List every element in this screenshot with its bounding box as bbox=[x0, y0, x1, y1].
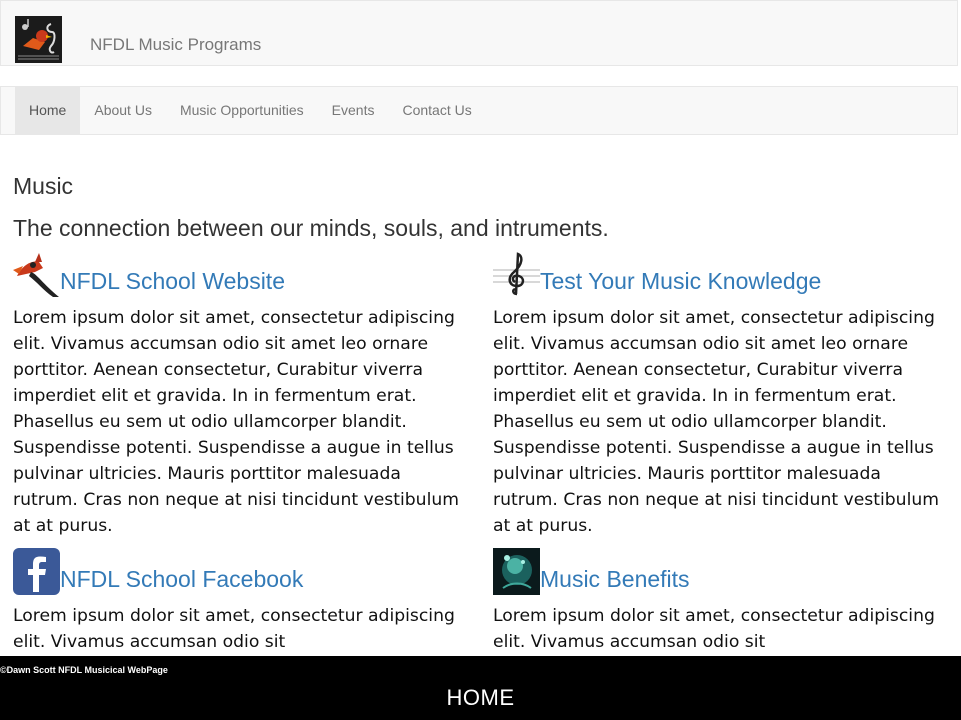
page-footer: ©Dawn Scott NFDL Musicical WebPage HOME bbox=[0, 656, 961, 720]
card-body-music-knowledge: Lorem ipsum dolor sit amet, consectetur … bbox=[493, 308, 939, 536]
nav-item-home[interactable]: Home bbox=[15, 87, 81, 134]
treble-clef-icon[interactable] bbox=[493, 250, 540, 297]
card-music-benefits: Music Benefits Lorem ipsum dolor sit ame… bbox=[493, 548, 948, 652]
main-navbar: Home About Us Music Opportunities Events… bbox=[0, 86, 958, 135]
brand-name[interactable]: NFDL Music Programs bbox=[90, 35, 261, 55]
top-header: NFDL Music Programs bbox=[0, 0, 958, 66]
card-school-website: NFDL School Website Lorem ipsum dolor si… bbox=[13, 250, 468, 536]
card-body-music-benefits: Lorem ipsum dolor sit amet, consectetur … bbox=[493, 606, 935, 652]
bird-logo-icon[interactable] bbox=[15, 16, 62, 63]
nav-item-contact-us[interactable]: Contact Us bbox=[388, 87, 485, 134]
facebook-icon[interactable] bbox=[13, 548, 60, 595]
cardinal-bird-icon[interactable] bbox=[13, 250, 60, 297]
card-music-knowledge: Test Your Music Knowledge Lorem ipsum do… bbox=[493, 250, 948, 536]
card-title-music-benefits[interactable]: Music Benefits bbox=[540, 566, 690, 592]
card-title-school-website[interactable]: NFDL School Website bbox=[60, 268, 285, 294]
nav-item-about-us[interactable]: About Us bbox=[80, 87, 166, 134]
card-title-music-knowledge[interactable]: Test Your Music Knowledge bbox=[540, 268, 821, 294]
page-subheading: The connection between our minds, souls,… bbox=[13, 215, 609, 241]
glowing-brain-icon[interactable] bbox=[493, 548, 540, 595]
nav-item-events[interactable]: Events bbox=[318, 87, 389, 134]
nav-item-music-opportunities[interactable]: Music Opportunities bbox=[166, 87, 318, 134]
footer-home-link[interactable]: HOME bbox=[0, 685, 961, 711]
card-body-school-website: Lorem ipsum dolor sit amet, consectetur … bbox=[13, 308, 459, 536]
page-heading: Music bbox=[13, 173, 74, 199]
card-body-school-facebook: Lorem ipsum dolor sit amet, consectetur … bbox=[13, 606, 455, 652]
card-title-school-facebook[interactable]: NFDL School Facebook bbox=[60, 566, 303, 592]
card-school-facebook: NFDL School Facebook Lorem ipsum dolor s… bbox=[13, 548, 468, 652]
footer-credit: ©Dawn Scott NFDL Musicical WebPage bbox=[0, 665, 168, 675]
